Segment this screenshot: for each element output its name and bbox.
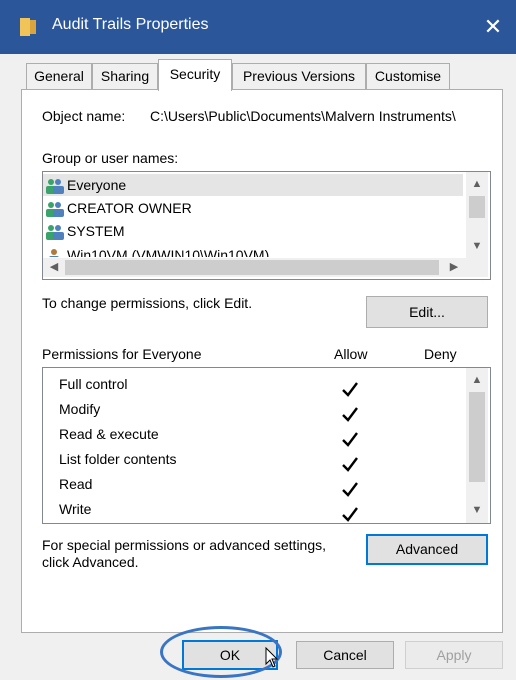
close-button[interactable]: ✕ — [476, 10, 510, 44]
scroll-thumb[interactable] — [469, 392, 485, 482]
group-label: Group or user names: — [42, 150, 179, 166]
allow-checkmark-icon — [342, 382, 358, 397]
group-list-hscroll[interactable]: ◀ ▶ — [43, 258, 488, 277]
scroll-right-icon[interactable]: ▶ — [447, 260, 461, 273]
permission-row-full-control: Full control — [59, 372, 127, 397]
allow-column-header: Allow — [334, 346, 368, 362]
permission-name: Read & execute — [59, 426, 159, 442]
tab-label: Previous Versions — [242, 68, 356, 84]
tab-previous-versions[interactable]: Previous Versions — [232, 63, 366, 89]
permission-name: Read — [59, 476, 93, 492]
permissions-vscroll[interactable]: ▲ ▼ — [466, 368, 488, 523]
permission-row-read: Read — [59, 472, 92, 497]
scroll-left-icon[interactable]: ◀ — [47, 260, 61, 273]
allow-checkmark-icon — [342, 507, 358, 522]
tab-security[interactable]: Security — [158, 59, 232, 91]
change-permissions-hint: To change permissions, click Edit. — [42, 295, 253, 311]
cancel-button[interactable]: Cancel — [296, 641, 394, 669]
hscroll-thumb[interactable] — [65, 260, 439, 275]
tab-label: Customise — [374, 68, 442, 84]
folder-icon — [20, 18, 36, 36]
scroll-up-icon[interactable]: ▲ — [466, 178, 488, 190]
allow-checkmark-icon — [342, 432, 358, 447]
scroll-thumb[interactable] — [469, 196, 485, 218]
permission-row-read-execute: Read & execute — [59, 422, 159, 447]
special-permissions-hint-line1: For special permissions or advanced sett… — [42, 537, 327, 553]
object-name-value: C:\Users\Public\Documents\Malvern Instru… — [150, 108, 456, 124]
user-group-icon — [46, 202, 64, 218]
user-group-icon — [46, 179, 64, 195]
edit-button[interactable]: Edit... — [366, 296, 488, 328]
list-item-system[interactable]: SYSTEM — [45, 220, 125, 242]
permission-row-write: Write — [59, 497, 91, 522]
title-bar[interactable]: Audit Trails Properties ✕ — [0, 0, 516, 54]
tab-general[interactable]: General — [26, 63, 92, 89]
list-item-creator-owner[interactable]: CREATOR OWNER — [45, 197, 192, 219]
permission-name: Modify — [59, 401, 101, 417]
group-name: CREATOR OWNER — [67, 200, 192, 216]
permission-row-modify: Modify — [59, 397, 100, 422]
group-list-vscroll[interactable]: ▲ ▼ — [466, 172, 488, 258]
tab-label: Security — [169, 66, 221, 82]
group-name: SYSTEM — [67, 223, 125, 239]
window-title: Audit Trails Properties — [52, 16, 209, 33]
tab-label: Sharing — [100, 68, 150, 84]
allow-checkmark-icon — [342, 482, 358, 497]
permission-name: Write — [59, 501, 92, 517]
object-name-label: Object name: — [42, 108, 126, 124]
close-icon: ✕ — [483, 14, 503, 39]
group-name: Win10VM (VMWIN10\Win10VM) — [67, 247, 270, 257]
permission-name: Full control — [59, 376, 128, 392]
permission-name: List folder contents — [59, 451, 177, 467]
group-list[interactable]: Everyone CREATOR OWNER SYSTEM Win10VM (V… — [42, 171, 491, 280]
tab-label: General — [34, 68, 84, 84]
allow-checkmark-icon — [342, 407, 358, 422]
user-group-icon — [46, 225, 64, 241]
tab-customise[interactable]: Customise — [366, 63, 450, 89]
user-icon — [49, 249, 59, 257]
apply-button[interactable]: Apply — [405, 641, 503, 669]
permission-row-list-folder-contents: List folder contents — [59, 447, 177, 472]
list-item-win10vm[interactable]: Win10VM (VMWIN10\Win10VM) — [45, 243, 269, 257]
permissions-list[interactable]: Full control Modify Read & execute List … — [42, 367, 491, 524]
deny-column-header: Deny — [424, 346, 457, 362]
mouse-cursor-icon — [265, 646, 279, 668]
scroll-down-icon[interactable]: ▼ — [466, 504, 488, 516]
special-permissions-hint-line2: click Advanced. — [42, 554, 139, 570]
advanced-button[interactable]: Advanced — [366, 534, 488, 565]
tab-sharing[interactable]: Sharing — [92, 63, 158, 89]
scroll-up-icon[interactable]: ▲ — [466, 374, 488, 386]
list-item-everyone[interactable]: Everyone — [45, 174, 126, 196]
scroll-down-icon[interactable]: ▼ — [466, 240, 488, 252]
permissions-header: Permissions for Everyone — [42, 346, 202, 362]
allow-checkmark-icon — [342, 457, 358, 472]
group-name: Everyone — [67, 177, 127, 193]
